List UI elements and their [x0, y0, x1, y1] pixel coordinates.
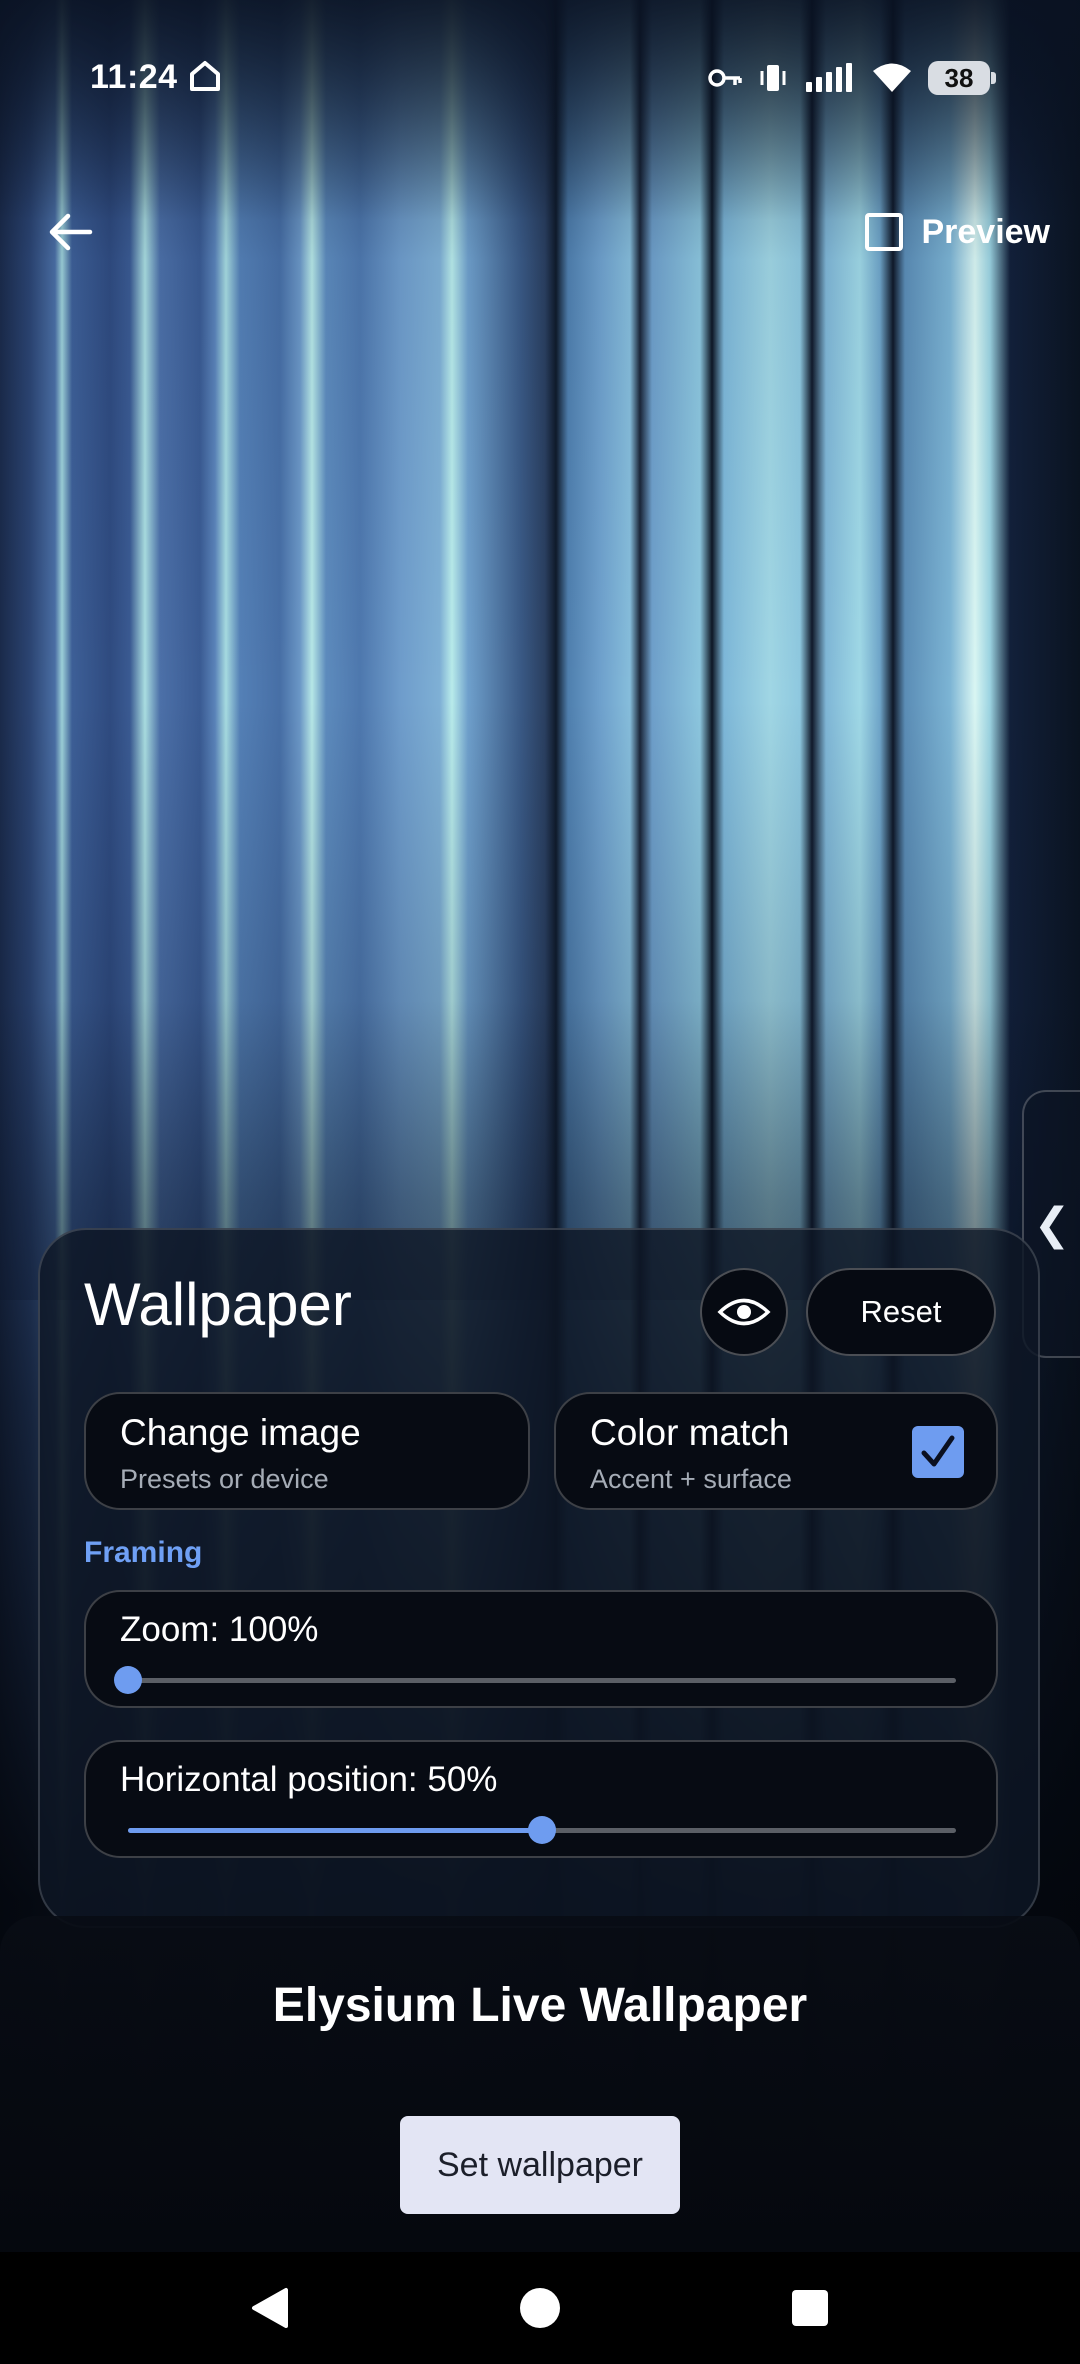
horizontal-position-label: Horizontal position: 50%	[120, 1760, 498, 1799]
battery-icon: 38	[928, 61, 996, 95]
color-match-title: Color match	[590, 1412, 790, 1453]
visibility-button[interactable]	[700, 1268, 788, 1356]
horizontal-position-slider[interactable]	[128, 1816, 956, 1844]
wifi-icon	[873, 63, 911, 92]
recents-square-icon	[792, 2290, 828, 2326]
status-bar: 11:24 38	[0, 40, 1080, 120]
checkmark-icon	[921, 1435, 955, 1467]
eye-icon	[717, 1298, 771, 1326]
vibrate-icon	[760, 65, 786, 91]
zoom-label: Zoom: 100%	[120, 1610, 319, 1649]
nav-home-button[interactable]	[512, 2280, 568, 2336]
vpn-key-icon	[708, 69, 742, 87]
home-icon	[190, 61, 220, 91]
color-match-checkbox[interactable]	[912, 1426, 964, 1478]
back-triangle-icon	[252, 2288, 288, 2328]
wallpaper-panel: Wallpaper Reset Change image Presets or …	[38, 1228, 1040, 1928]
status-icons: 38	[708, 58, 996, 98]
horizontal-position-slider-thumb[interactable]	[528, 1816, 556, 1844]
preview-checkbox[interactable]	[865, 213, 904, 251]
change-image-subtitle: Presets or device	[120, 1464, 329, 1494]
status-time: 11:24	[90, 58, 178, 96]
zoom-slider[interactable]	[114, 1666, 956, 1694]
change-image-title: Change image	[120, 1412, 361, 1453]
horizontal-position-slider-fill	[128, 1828, 542, 1833]
zoom-slider-thumb[interactable]	[114, 1666, 142, 1694]
color-match-subtitle: Accent + surface	[590, 1464, 792, 1494]
preview-toggle[interactable]: Preview	[865, 200, 1050, 264]
back-button[interactable]	[38, 200, 102, 264]
bottom-sheet: Elysium Live Wallpaper Set wallpaper	[0, 1916, 1080, 2252]
app-name: Elysium Live Wallpaper	[272, 1979, 808, 2032]
nav-back-button[interactable]	[242, 2280, 298, 2336]
zoom-slider-card: Zoom: 100%	[84, 1590, 998, 1708]
reset-button[interactable]: Reset	[806, 1268, 996, 1356]
home-circle-icon	[520, 2288, 560, 2328]
color-match-toggle[interactable]: Color match Accent + surface	[554, 1392, 998, 1510]
arrow-left-icon	[49, 213, 93, 251]
battery-level: 38	[944, 62, 974, 93]
framing-section-label: Framing	[84, 1536, 203, 1569]
set-wallpaper-button[interactable]: Set wallpaper	[400, 2116, 680, 2214]
navigation-bar	[0, 2252, 1080, 2364]
wallpaper-shade	[0, 0, 1080, 1300]
panel-title: Wallpaper	[84, 1271, 352, 1338]
chevron-left-icon: ❮	[1033, 1199, 1071, 1249]
preview-label: Preview	[921, 212, 1050, 251]
nav-recents-button[interactable]	[782, 2280, 838, 2336]
signal-icon	[806, 63, 852, 92]
horizontal-position-slider-card: Horizontal position: 50%	[84, 1740, 998, 1858]
change-image-button[interactable]: Change image Presets or device	[84, 1392, 530, 1510]
